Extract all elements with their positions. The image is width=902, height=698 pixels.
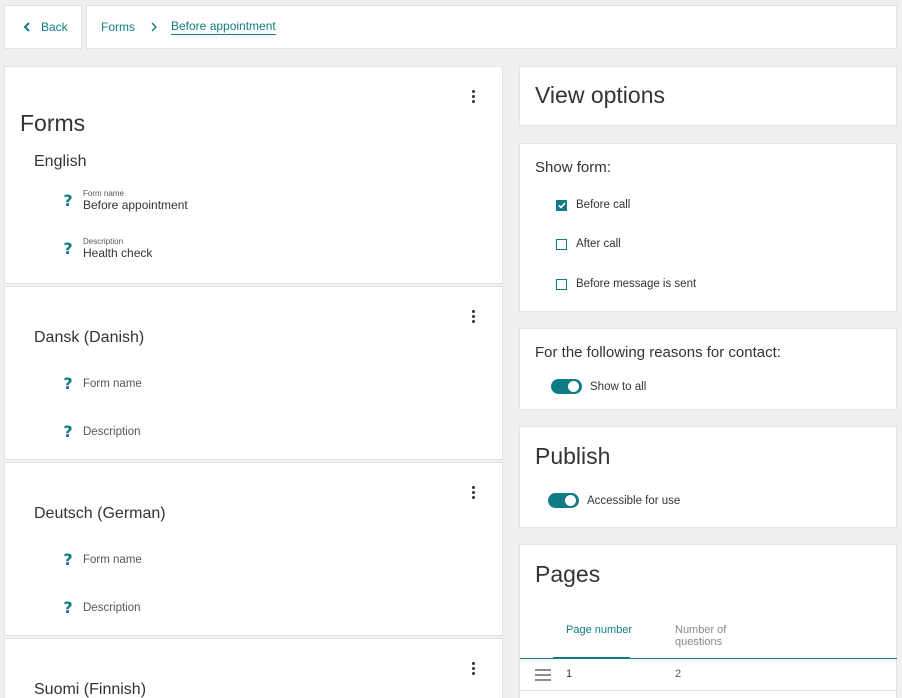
question-icon: ?: [63, 422, 73, 441]
description-placeholder: Description: [83, 425, 141, 438]
checkbox-before-message[interactable]: Before message is sent: [556, 278, 696, 290]
checkbox-unchecked[interactable]: [556, 238, 567, 250]
description-field[interactable]: ? Description: [59, 598, 141, 617]
column-header-questions[interactable]: Number of questions: [675, 624, 745, 648]
question-icon: ?: [63, 598, 73, 617]
chevron-right-icon: [151, 22, 157, 32]
questions-cell: 2: [675, 668, 682, 680]
toggle-label: Show to all: [590, 380, 647, 393]
description-field[interactable]: ? Description Health check: [59, 237, 152, 260]
checkbox-label: Before call: [576, 199, 631, 211]
form-name-field[interactable]: ? Form name: [59, 374, 142, 393]
form-name-placeholder: Form name: [83, 553, 142, 566]
kebab-menu-icon[interactable]: [470, 662, 476, 675]
language-title: Dansk (Danish): [34, 329, 145, 346]
view-options-card: View options: [519, 66, 897, 126]
description-value: Health check: [83, 246, 153, 260]
kebab-menu-icon[interactable]: [470, 90, 476, 103]
checkbox-unchecked[interactable]: [556, 278, 567, 290]
back-label: Back: [41, 20, 68, 34]
breadcrumb: Forms Before appointment: [86, 5, 897, 49]
toggle-switch[interactable]: [548, 493, 579, 508]
view-options-title: View options: [535, 82, 665, 108]
form-name-label: Form name: [83, 189, 124, 198]
pages-card: Pages Page number Number of questions 1 …: [519, 544, 897, 698]
back-button[interactable]: Back: [4, 5, 82, 49]
question-icon: ?: [63, 239, 73, 258]
publish-card: Publish Accessible for use: [519, 426, 897, 528]
reasons-card: For the following reasons for contact: S…: [519, 328, 897, 410]
description-placeholder: Description: [83, 601, 141, 614]
forms-card-german: Deutsch (German) ? Form name ? Descripti…: [4, 462, 503, 636]
column-header-page-number[interactable]: Page number: [566, 624, 632, 636]
language-title: Deutsch (German): [34, 505, 166, 522]
checkbox-label: Before message is sent: [576, 278, 697, 290]
kebab-menu-icon[interactable]: [470, 486, 476, 499]
table-row[interactable]: 1 2: [520, 659, 897, 691]
show-form-card: Show form: Before call After call Before…: [519, 143, 897, 312]
checkbox-after-call[interactable]: After call: [556, 238, 621, 250]
language-title: Suomi (Finnish): [34, 681, 147, 698]
language-title: English: [34, 153, 87, 170]
forms-card-english: Forms English ? Form name Before appoint…: [4, 66, 503, 284]
forms-card-danish: Dansk (Danish) ? Form name ? Description: [4, 286, 503, 460]
checkbox-checked[interactable]: [556, 199, 567, 211]
breadcrumb-current[interactable]: Before appointment: [171, 19, 276, 35]
chevron-left-icon: [23, 22, 30, 32]
forms-title: Forms: [20, 110, 86, 136]
accessible-toggle[interactable]: Accessible for use: [548, 493, 680, 508]
page-number-cell: 1: [566, 668, 573, 680]
breadcrumb-forms-link[interactable]: Forms: [101, 20, 135, 34]
checkbox-before-call[interactable]: Before call: [556, 199, 630, 211]
drag-handle-icon[interactable]: [535, 669, 551, 681]
publish-title: Publish: [535, 443, 611, 469]
form-name-value: Before appointment: [83, 198, 188, 212]
question-icon: ?: [63, 550, 73, 569]
checkmark-icon: [557, 201, 566, 209]
checkbox-label: After call: [576, 238, 621, 250]
question-icon: ?: [63, 374, 73, 393]
forms-card-finnish: Suomi (Finnish): [4, 638, 503, 698]
show-form-label: Show form:: [535, 159, 611, 176]
kebab-menu-icon[interactable]: [470, 310, 476, 323]
toggle-switch[interactable]: [551, 379, 582, 394]
description-field[interactable]: ? Description: [59, 422, 141, 441]
pages-title: Pages: [535, 561, 601, 587]
reasons-label: For the following reasons for contact:: [535, 344, 781, 361]
form-name-field[interactable]: ? Form name: [59, 550, 142, 569]
description-label: Description: [83, 237, 124, 246]
toggle-label: Accessible for use: [587, 494, 681, 507]
form-name-field[interactable]: ? Form name Before appointment: [59, 189, 188, 212]
show-to-all-toggle[interactable]: Show to all: [551, 379, 646, 394]
form-name-placeholder: Form name: [83, 377, 142, 390]
question-icon: ?: [63, 191, 73, 210]
